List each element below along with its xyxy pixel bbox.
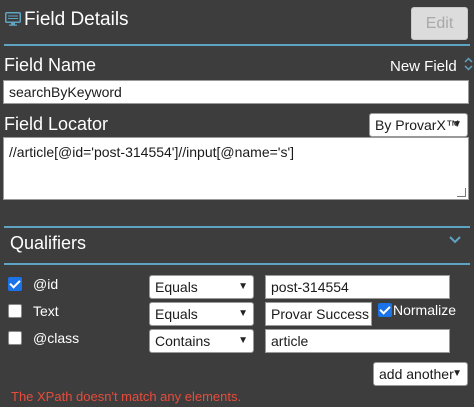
qualifier-text-checkbox[interactable] xyxy=(8,304,22,318)
chevron-down-icon: ▼ xyxy=(238,335,248,346)
add-another-label: add another xyxy=(379,366,454,382)
field-locator-label: Field Locator xyxy=(4,114,109,134)
qualifier-class-label: @class xyxy=(33,330,80,346)
edit-button[interactable]: Edit xyxy=(411,7,468,40)
normalize-checkbox[interactable] xyxy=(378,303,392,317)
chevron-down-icon: ▼ xyxy=(238,308,248,319)
qualifier-id-operator: Equals xyxy=(155,279,198,295)
qualifier-text-operator-select[interactable]: Equals ▼ xyxy=(149,302,254,326)
qualifiers-title: Qualifiers xyxy=(10,233,87,253)
qualifier-class-value-input[interactable]: article xyxy=(265,329,450,353)
sort-chevrons-icon xyxy=(464,57,473,71)
chevron-down-icon: ▼ xyxy=(238,281,248,292)
chevron-down-icon: ▼ xyxy=(452,368,462,379)
qualifier-id-label: @id xyxy=(33,276,59,292)
page-title: Field Details xyxy=(24,9,129,30)
monitor-icon xyxy=(5,12,21,26)
locator-type-value: By ProvarX™ xyxy=(375,117,460,133)
chevron-down-icon: ▼ xyxy=(452,119,462,130)
locator-type-select[interactable]: By ProvarX™ ▼ xyxy=(369,113,468,137)
qualifier-text-operator: Equals xyxy=(155,306,198,322)
resize-handle[interactable] xyxy=(457,188,466,197)
field-name-label: Field Name xyxy=(4,55,97,75)
qualifier-id-operator-select[interactable]: Equals ▼ xyxy=(149,275,254,299)
chevron-down-icon[interactable] xyxy=(448,232,462,246)
panel-header: Field Details Edit xyxy=(0,0,474,44)
field-name-input[interactable]: searchByKeyword xyxy=(3,80,469,104)
qualifier-class-checkbox[interactable] xyxy=(8,331,22,345)
new-field-selector[interactable]: New Field xyxy=(390,57,473,75)
qualifier-text-value-input[interactable]: Provar Success F xyxy=(265,302,372,326)
locator-value: //article[@id='post-314554']//input[@nam… xyxy=(9,144,295,160)
qualifier-text-label: Text xyxy=(33,303,59,319)
add-another-select[interactable]: add another ▼ xyxy=(373,362,468,386)
qualifier-class-operator: Contains xyxy=(155,333,211,349)
qualifiers-bottom-divider xyxy=(4,263,470,265)
error-message: The XPath doesn't match any elements. xyxy=(11,389,242,404)
qualifiers-header[interactable]: Qualifiers xyxy=(0,226,474,262)
qualifier-id-value-input[interactable]: post-314554 xyxy=(265,275,450,299)
qualifier-id-checkbox[interactable] xyxy=(8,277,22,291)
qualifier-class-operator-select[interactable]: Contains ▼ xyxy=(149,329,254,353)
locator-textarea[interactable]: //article[@id='post-314554']//input[@nam… xyxy=(3,137,469,200)
normalize-label: Normalize xyxy=(393,302,457,318)
new-field-label: New Field xyxy=(390,58,457,75)
header-divider xyxy=(4,44,470,46)
